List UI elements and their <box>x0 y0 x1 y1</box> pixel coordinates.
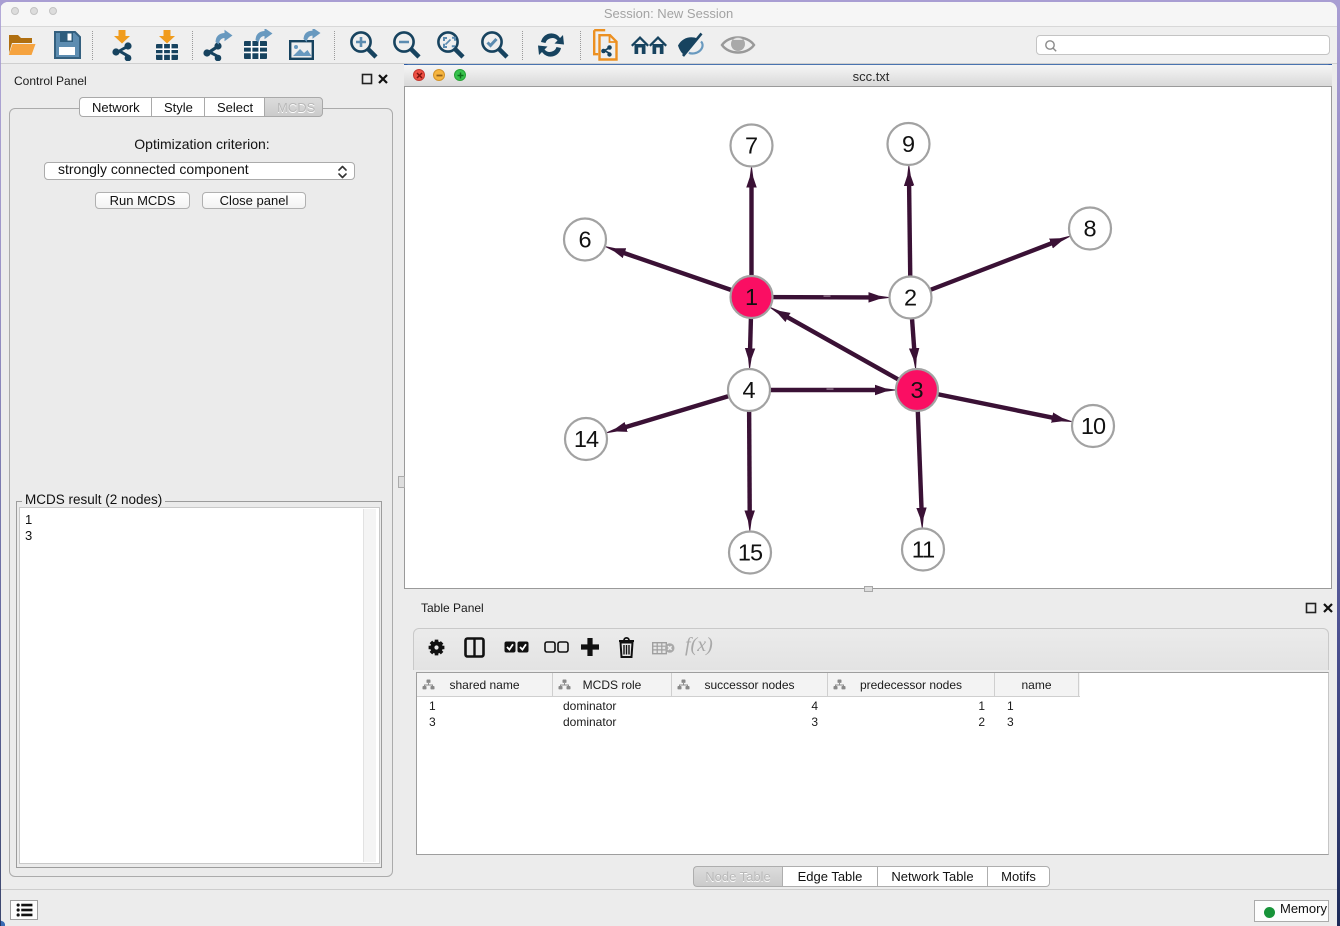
svg-text:3: 3 <box>910 377 923 403</box>
svg-text:15: 15 <box>738 539 763 565</box>
svg-text:1: 1 <box>745 284 758 310</box>
svg-text:11: 11 <box>911 536 933 562</box>
svg-text:9: 9 <box>902 131 915 157</box>
svg-text:10: 10 <box>1081 413 1106 439</box>
svg-text:2: 2 <box>904 284 917 310</box>
svg-text:7: 7 <box>745 132 758 158</box>
svg-text:8: 8 <box>1083 215 1096 241</box>
svg-text:14: 14 <box>574 426 599 452</box>
svg-text:4: 4 <box>742 377 755 403</box>
svg-text:6: 6 <box>578 226 591 252</box>
